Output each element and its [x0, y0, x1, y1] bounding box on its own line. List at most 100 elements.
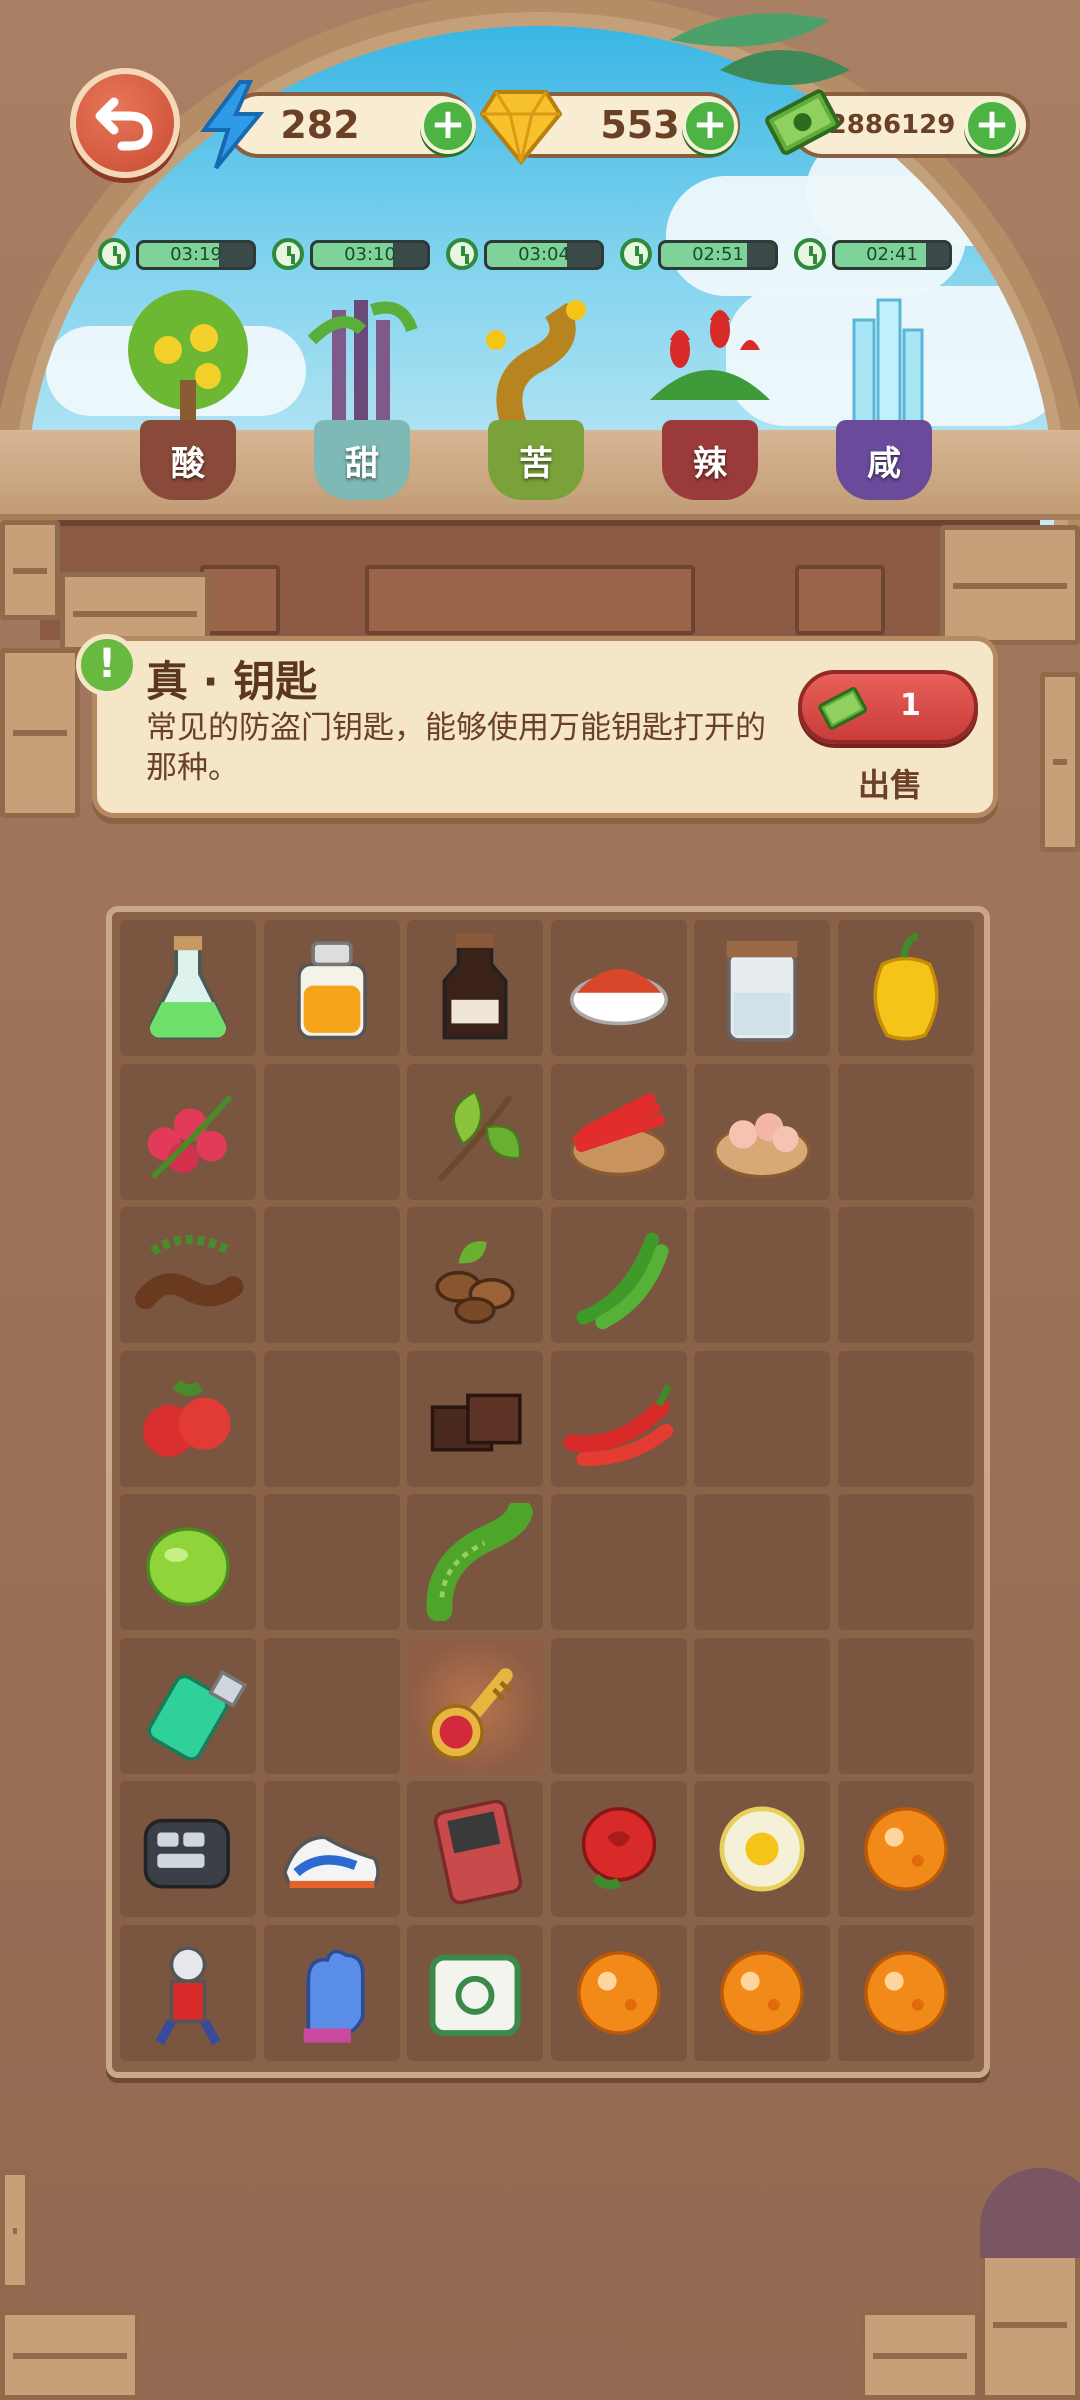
salt-jar-icon: [726, 940, 798, 1042]
grid-empty-cell[interactable]: [550, 1637, 687, 1774]
grid-item-cell[interactable]: [263, 920, 400, 1056]
grid-item-cell[interactable]: [694, 1924, 830, 2061]
soy-sauce-bottle-icon: [442, 933, 508, 1040]
grid-item-cell[interactable]: [407, 1063, 543, 1200]
crate: [860, 2310, 980, 2400]
plant-timer: 03:19: [98, 238, 258, 272]
add-cash-button[interactable]: +: [964, 98, 1020, 154]
grid-empty-cell[interactable]: [550, 1494, 687, 1630]
rose-icon: [581, 1807, 656, 1890]
sell-button[interactable]: [798, 670, 978, 744]
grid-item-cell[interactable]: [120, 1350, 256, 1487]
grid-item-cell[interactable]: [407, 1494, 543, 1630]
timer-progress-bar: 03:04: [484, 240, 604, 270]
grid-item-cell[interactable]: [120, 1063, 256, 1200]
clock-icon: [98, 238, 130, 270]
grid-item-cell[interactable]: [120, 920, 256, 1056]
grid-item-cell[interactable]: [550, 1924, 687, 2061]
grid-item-cell[interactable]: [120, 1924, 256, 2061]
grid-empty-cell[interactable]: [837, 1207, 974, 1343]
grid-empty-cell[interactable]: [263, 1207, 400, 1343]
grid-empty-cell[interactable]: [837, 1637, 974, 1774]
grid-empty-cell[interactable]: [694, 1207, 830, 1343]
grid-item-cell[interactable]: [407, 1637, 543, 1774]
grid-item-cell[interactable]: [263, 1924, 400, 2061]
plant-timer: 03:10: [272, 238, 432, 272]
plant-icon: [486, 300, 586, 435]
car-key-icon: [143, 1818, 230, 1889]
plant[interactable]: [456, 280, 616, 435]
clock-icon: [446, 238, 478, 270]
grid-empty-cell[interactable]: [694, 1350, 830, 1487]
grid-empty-cell[interactable]: [263, 1494, 400, 1630]
grid-item-cell[interactable]: [120, 1207, 256, 1343]
plant[interactable]: [282, 280, 442, 434]
green-potion-icon: [149, 936, 227, 1040]
crate: [0, 2310, 140, 2400]
sell-label[interactable]: 出售: [858, 760, 922, 806]
timer-progress-bar: 03:10: [310, 240, 430, 270]
grid-item-cell[interactable]: [550, 1781, 687, 1917]
counter-panel: [795, 565, 885, 635]
add-energy-button[interactable]: +: [420, 98, 476, 154]
orange-orb-icon: [863, 1950, 948, 2035]
crate: [0, 648, 80, 818]
grid-item-cell[interactable]: [550, 1063, 687, 1200]
back-button[interactable]: [70, 68, 180, 178]
plant-icon: [650, 310, 770, 400]
grid-item-cell[interactable]: [550, 1207, 687, 1343]
grid-empty-cell[interactable]: [837, 1494, 974, 1630]
grid-item-cell[interactable]: [407, 1781, 543, 1917]
lightning-icon: [196, 80, 266, 170]
plant-icon: [307, 300, 418, 430]
grid-item-cell[interactable]: [407, 1350, 543, 1487]
gem-icon: [480, 86, 562, 166]
crate: [1040, 672, 1080, 852]
key-icon: [428, 1667, 513, 1760]
crate: [940, 525, 1080, 645]
grid-item-cell[interactable]: [694, 1781, 830, 1917]
grid-empty-cell[interactable]: [837, 1350, 974, 1487]
crate: [0, 2170, 30, 2290]
grid-item-cell[interactable]: [694, 1063, 830, 1200]
grid-item-cell[interactable]: [263, 1781, 400, 1917]
grid-empty-cell[interactable]: [263, 1350, 400, 1487]
lighter-icon: [147, 1669, 247, 1761]
grid-item-cell[interactable]: [120, 1781, 256, 1917]
grid-item-cell[interactable]: [407, 920, 543, 1056]
coffee-beans-icon: [435, 1241, 515, 1324]
plant[interactable]: [108, 280, 268, 434]
cash-icon: [818, 686, 868, 730]
item-name: 真 · 钥匙: [146, 657, 318, 706]
grid-empty-cell[interactable]: [694, 1494, 830, 1630]
grid-empty-cell[interactable]: [263, 1637, 400, 1774]
add-gems-button[interactable]: +: [682, 98, 738, 154]
grid-item-cell[interactable]: [550, 1350, 687, 1487]
grid-item-cell[interactable]: [694, 920, 830, 1056]
grid-empty-cell[interactable]: [837, 1063, 974, 1200]
blue-glove-icon: [303, 1949, 364, 2043]
timer-text: 02:41: [866, 244, 918, 265]
grid-item-cell[interactable]: [407, 1207, 543, 1343]
grid-item-cell[interactable]: [837, 1781, 974, 1917]
red-chili-bowl-icon: [569, 1092, 668, 1176]
grid-item-cell[interactable]: [120, 1637, 256, 1774]
plant-icon: [128, 290, 248, 430]
cash-icon: [758, 78, 848, 168]
timer-text: 03:19: [170, 244, 222, 265]
plant[interactable]: [804, 280, 964, 434]
counter-panel: [365, 565, 695, 635]
orange-orb-icon: [720, 1950, 804, 2035]
plant[interactable]: [630, 280, 790, 434]
orange-orb-icon: [863, 1807, 948, 1891]
grid-empty-cell[interactable]: [694, 1637, 830, 1774]
grid-empty-cell[interactable]: [263, 1063, 400, 1200]
grid-item-cell[interactable]: [120, 1494, 256, 1630]
chili-powder-bowl-icon: [569, 969, 668, 1026]
plant-icon: [852, 298, 924, 432]
hawthorn-icon: [143, 1378, 231, 1457]
grid-item-cell[interactable]: [837, 1924, 974, 2061]
grid-item-cell[interactable]: [550, 920, 687, 1056]
grid-item-cell[interactable]: [837, 920, 974, 1056]
grid-item-cell[interactable]: [407, 1924, 543, 2061]
